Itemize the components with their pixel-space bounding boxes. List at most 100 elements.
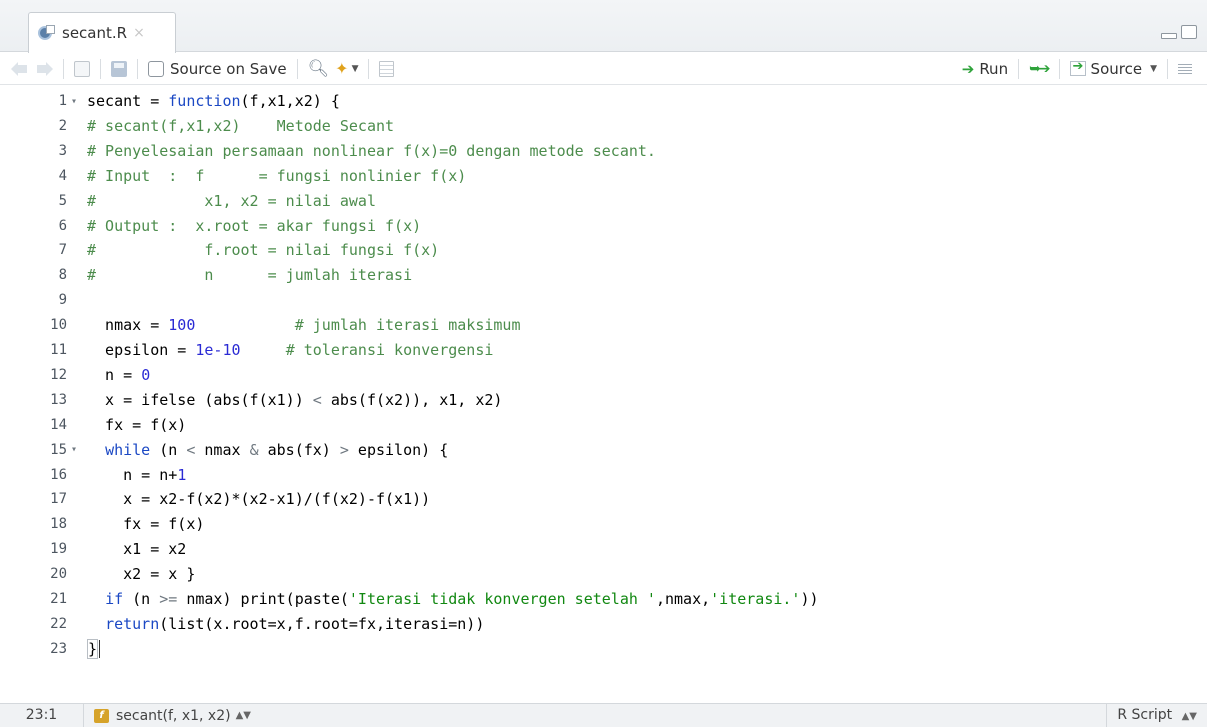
forward-button[interactable] [32, 57, 56, 81]
code-line[interactable]: 23} [0, 637, 1207, 661]
code-text[interactable]: return(list(x.root=x,f.root=fx,iterasi=n… [87, 615, 484, 633]
outline-icon [1178, 62, 1192, 75]
code-text[interactable]: # Penyelesaian persamaan nonlinear f(x)=… [87, 142, 656, 160]
code-text[interactable]: fx = f(x) [87, 515, 204, 533]
code-text[interactable]: while (n < nmax & abs(fx) > epsilon) { [87, 441, 448, 459]
code-line[interactable]: 6 # Output : x.root = akar fungsi f(x) [0, 214, 1207, 238]
code-line[interactable]: 18 fx = f(x) [0, 512, 1207, 536]
run-label: Run [979, 59, 1009, 78]
code-text[interactable]: # secant(f,x1,x2) Metode Secant [87, 117, 394, 135]
file-type-label: R Script [1117, 707, 1173, 723]
rerun-icon: ➥➔ [1029, 60, 1051, 77]
tab-close-icon[interactable]: × [133, 26, 145, 40]
line-number: 18 [50, 516, 67, 533]
code-line[interactable]: 21 if (n >= nmax) print(paste('Iterasi t… [0, 587, 1207, 611]
save-button[interactable] [108, 57, 130, 81]
line-number: 14 [50, 416, 67, 433]
code-text[interactable]: # Input : f = fungsi nonlinier f(x) [87, 167, 466, 185]
code-tools-button[interactable]: ✦ ▼ [332, 57, 361, 81]
code-line[interactable]: 11 epsilon = 1e-10 # toleransi konvergen… [0, 338, 1207, 362]
code-editor[interactable]: 1 ▾ secant = function(f,x1,x2) {2 # secant(… [0, 86, 1207, 703]
code-text[interactable]: x = ifelse (abs(f(x1)) < abs(f(x2)), x1,… [87, 391, 502, 409]
scope-label: secant(f, x1, x2) [116, 707, 231, 724]
run-button[interactable]: ➔ Run [959, 57, 1011, 81]
rerun-button[interactable]: ➥➔ [1026, 57, 1051, 81]
code-line[interactable]: 4 # Input : f = fungsi nonlinier f(x) [0, 164, 1207, 188]
back-button[interactable] [8, 57, 32, 81]
code-text[interactable]: # x1, x2 = nilai awal [87, 192, 376, 210]
toolbar-divider [1167, 58, 1168, 79]
source-on-save-label: Source on Save [170, 59, 287, 78]
tab-label: secant.R [62, 24, 128, 42]
code-line[interactable]: 10 nmax = 100 # jumlah iterasi maksimum [0, 313, 1207, 337]
file-type-dropdown[interactable]: R Script ▲▼ [1106, 704, 1207, 727]
line-number: 3 [58, 142, 67, 159]
code-line[interactable]: 5 # x1, x2 = nilai awal [0, 189, 1207, 213]
code-text[interactable]: } [87, 638, 101, 659]
save-icon [111, 60, 127, 77]
code-text[interactable]: x2 = x } [87, 565, 195, 583]
source-label: Source [1090, 59, 1143, 78]
line-number: 4 [58, 167, 67, 184]
code-text[interactable]: secant = function(f,x1,x2) { [87, 92, 340, 110]
code-line[interactable]: 14 fx = f(x) [0, 413, 1207, 437]
tab-secant-r[interactable]: secant.R × [28, 12, 176, 53]
line-number: 21 [50, 591, 67, 607]
chevron-down-icon[interactable]: ▼ [1150, 64, 1157, 74]
fold-toggle-icon[interactable]: ▾ [67, 96, 87, 107]
search-icon: 🔍︎ [307, 58, 330, 79]
fold-toggle-icon[interactable]: ▾ [67, 444, 87, 455]
document-outline-button[interactable] [1175, 57, 1195, 81]
code-line[interactable]: 17 x = x2-f(x2)*(x2-x1)/(f(x2)-f(x1)) [0, 487, 1207, 511]
code-line[interactable]: 2 # secant(f,x1,x2) Metode Secant [0, 114, 1207, 138]
maximize-icon[interactable] [1181, 25, 1197, 39]
r-file-icon [38, 25, 55, 40]
code-line[interactable]: 1 ▾ secant = function(f,x1,x2) { [0, 89, 1207, 113]
cursor-position: 23:1 [0, 704, 84, 727]
code-line[interactable]: 8 # n = jumlah iterasi [0, 263, 1207, 287]
line-number: 20 [50, 566, 67, 583]
code-text[interactable]: # f.root = nilai fungsi f(x) [87, 241, 439, 259]
updown-icon: ▲▼ [1181, 711, 1197, 722]
show-in-window-button[interactable] [71, 57, 93, 81]
toolbar-divider [296, 58, 298, 79]
updown-icon: ▲▼ [235, 710, 251, 721]
line-number: 16 [50, 466, 67, 483]
source-on-save-toggle[interactable]: Source on Save [145, 57, 290, 81]
code-line[interactable]: 19 x1 = x2 [0, 537, 1207, 561]
line-number: 10 [50, 317, 67, 334]
code-line[interactable]: 3 # Penyelesaian persamaan nonlinear f(x)… [0, 139, 1207, 163]
arrow-right-icon [35, 61, 53, 76]
code-text[interactable]: fx = f(x) [87, 416, 186, 434]
code-text[interactable]: x = x2-f(x2)*(x2-x1)/(f(x2)-f(x1)) [87, 490, 430, 508]
line-number: 15 [50, 441, 67, 458]
function-scope-dropdown[interactable]: f secant(f, x1, x2) ▲▼ [84, 708, 251, 724]
source-button[interactable]: Source ▼ [1067, 57, 1160, 81]
minimize-icon[interactable] [1161, 33, 1177, 39]
code-line[interactable]: 15 ▾ while (n < nmax & abs(fx) > epsilon)… [0, 438, 1207, 462]
text-cursor [99, 640, 101, 659]
line-number: 1 [58, 93, 67, 109]
code-text[interactable]: if (n >= nmax) print(paste('Iterasi tida… [87, 590, 818, 608]
code-line[interactable]: 7 # f.root = nilai fungsi f(x) [0, 238, 1207, 262]
code-line[interactable]: 13 x = ifelse (abs(f(x1)) < abs(f(x2)), … [0, 388, 1207, 412]
compile-report-button[interactable] [376, 57, 397, 81]
toolbar-divider [368, 58, 370, 79]
code-text[interactable]: # Output : x.root = akar fungsi f(x) [87, 217, 421, 235]
code-text[interactable]: n = n+1 [87, 466, 186, 484]
code-line[interactable]: 9 [0, 288, 1207, 312]
code-text[interactable]: # n = jumlah iterasi [87, 266, 412, 284]
notebook-icon [379, 60, 395, 77]
code-line[interactable]: 20 x2 = x } [0, 562, 1207, 586]
code-line[interactable]: 22 return(list(x.root=x,f.root=fx,iteras… [0, 612, 1207, 636]
code-line[interactable]: 16 n = n+1 [0, 463, 1207, 487]
code-text[interactable]: epsilon = 1e-10 # toleransi konvergensi [87, 341, 493, 359]
code-text[interactable]: n = 0 [87, 366, 150, 384]
code-text[interactable]: x1 = x2 [87, 540, 186, 558]
line-number: 5 [58, 192, 67, 209]
code-text[interactable]: nmax = 100 # jumlah iterasi maksimum [87, 316, 520, 334]
find-replace-button[interactable]: 🔍︎ [305, 57, 333, 81]
source-on-save-checkbox[interactable] [148, 60, 164, 77]
code-line[interactable]: 12 n = 0 [0, 363, 1207, 387]
line-number: 13 [50, 391, 67, 408]
